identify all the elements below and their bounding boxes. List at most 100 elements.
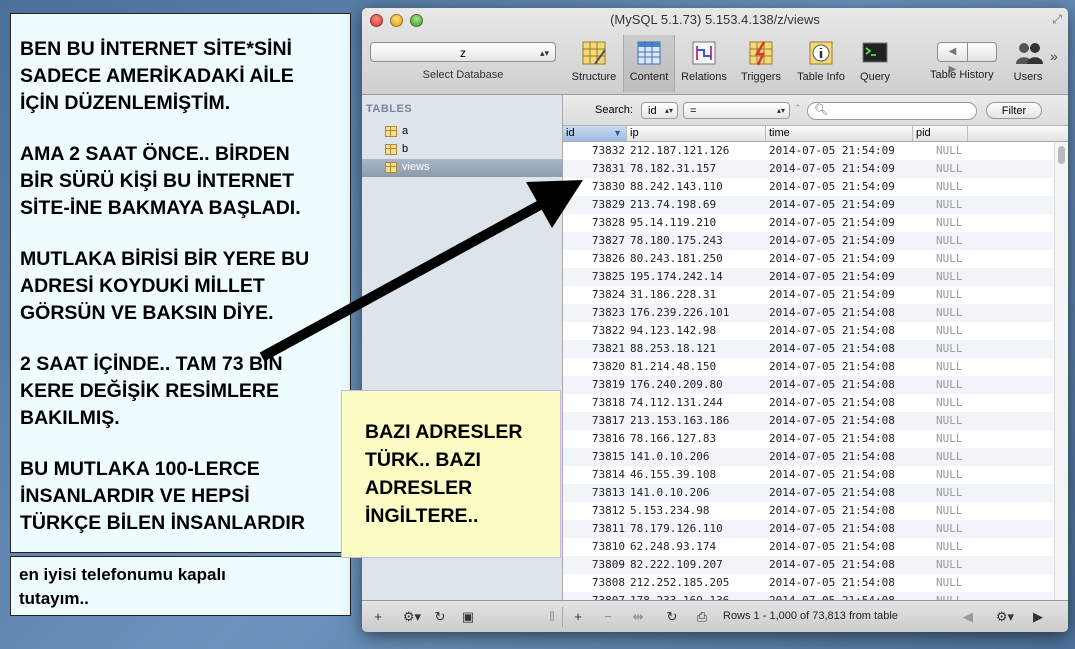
cell-time[interactable]: 2014-07-05 21:54:08 (769, 450, 895, 463)
cell-time[interactable]: 2014-07-05 21:54:09 (769, 162, 895, 175)
table-row[interactable]: 73824 31.186.228.31 2014-07-05 21:54:09 NUL… (563, 286, 1053, 304)
cell-pid[interactable]: NULL (936, 504, 963, 517)
cell-time[interactable]: 2014-07-05 21:54:08 (769, 558, 895, 571)
gear-icon[interactable]: ⚙▾ (398, 609, 426, 625)
cell-time[interactable]: 2014-07-05 21:54:09 (769, 198, 895, 211)
table-row[interactable]: 73815 141.0.10.206 2014-07-05 21:54:08 NULL (563, 448, 1053, 466)
export-icon[interactable]: ⎙ (692, 609, 712, 625)
cell-id[interactable]: 73824 (563, 288, 625, 301)
cell-pid[interactable]: NULL (936, 342, 963, 355)
cell-pid[interactable]: NULL (936, 414, 963, 427)
cell-time[interactable]: 2014-07-05 21:54:08 (769, 522, 895, 535)
column-header-ip[interactable]: ip (627, 126, 766, 141)
sidebar-item-table-a[interactable]: a (362, 123, 562, 141)
cell-pid[interactable]: NULL (936, 162, 963, 175)
cell-id[interactable]: 73808 (563, 576, 625, 589)
cell-time[interactable]: 2014-07-05 21:54:08 (769, 378, 895, 391)
cell-time[interactable]: 2014-07-05 21:54:08 (769, 576, 895, 589)
cell-id[interactable]: 73816 (563, 432, 625, 445)
toolbar-content-button[interactable]: Content (623, 35, 675, 92)
cell-pid[interactable]: NULL (936, 198, 963, 211)
fullscreen-icon[interactable]: ⤢ (1052, 12, 1062, 27)
toolbar-table-info-button[interactable]: Table Info (792, 40, 850, 88)
cell-pid[interactable]: NULL (936, 216, 963, 229)
sidebar-item-table-b[interactable]: b (362, 141, 562, 159)
table-row[interactable]: 73814 46.155.39.108 2014-07-05 21:54:08 NUL… (563, 466, 1053, 484)
table-row[interactable]: 73811 78.179.126.110 2014-07-05 21:54:08 NU… (563, 520, 1053, 538)
refresh-tables-icon[interactable]: ↻ (430, 609, 450, 625)
cell-time[interactable]: 2014-07-05 21:54:09 (769, 288, 895, 301)
cell-ip[interactable]: 88.242.143.110 (630, 180, 723, 193)
table-row[interactable]: 73827 78.180.175.243 2014-07-05 21:54:09 NU… (563, 232, 1053, 250)
table-row[interactable]: 73829 213.74.198.69 2014-07-05 21:54:09 NUL… (563, 196, 1053, 214)
cell-time[interactable]: 2014-07-05 21:54:08 (769, 468, 895, 481)
table-row[interactable]: 73826 80.243.181.250 2014-07-05 21:54:09 NU… (563, 250, 1053, 268)
cell-id[interactable]: 73815 (563, 450, 625, 463)
search-input[interactable]: 🔍︎ (807, 102, 977, 120)
cell-id[interactable]: 73810 (563, 540, 625, 553)
add-table-button[interactable]: + (368, 609, 388, 624)
cell-ip[interactable]: 213.74.198.69 (630, 198, 716, 211)
scrollbar-thumb[interactable] (1058, 146, 1065, 164)
cell-time[interactable]: 2014-07-05 21:54:08 (769, 414, 895, 427)
cell-pid[interactable]: NULL (936, 144, 963, 157)
cell-id[interactable]: 73814 (563, 468, 625, 481)
cell-time[interactable]: 2014-07-05 21:54:08 (769, 432, 895, 445)
table-row[interactable]: 73832 212.187.121.126 2014-07-05 21:54:09 N… (563, 142, 1053, 160)
cell-pid[interactable]: NULL (936, 450, 963, 463)
table-row[interactable]: 73807178.233.169.1362014-07-05 21:54:08N… (563, 592, 1053, 600)
cell-ip[interactable]: 94.123.142.98 (630, 324, 716, 337)
toolbar-users-button[interactable]: Users (1008, 40, 1048, 88)
table-row[interactable]: 73823 176.239.226.101 2014-07-05 21:54:08 N… (563, 304, 1053, 322)
cell-pid[interactable]: NULL (936, 180, 963, 193)
table-row[interactable]: 73810 62.248.93.174 2014-07-05 21:54:08 NUL… (563, 538, 1053, 556)
cell-time[interactable]: 2014-07-05 21:54:09 (769, 270, 895, 283)
cell-ip[interactable]: 46.155.39.108 (630, 468, 716, 481)
cell-ip[interactable]: 81.214.48.150 (630, 360, 716, 373)
table-row[interactable]: 73831 78.182.31.157 2014-07-05 21:54:09 NUL… (563, 160, 1053, 178)
cell-pid[interactable]: NULL (936, 576, 963, 589)
search-operator-select[interactable]: = ▴▾ (683, 102, 790, 119)
cell-pid[interactable]: NULL (936, 234, 963, 247)
cell-ip[interactable]: 78.179.126.110 (630, 522, 723, 535)
cell-time[interactable]: 2014-07-05 21:54:08 (769, 342, 895, 355)
toolbar-triggers-button[interactable]: Triggers (733, 40, 789, 88)
cell-ip[interactable]: 176.239.226.101 (630, 306, 729, 319)
cell-ip[interactable]: 62.248.93.174 (630, 540, 716, 553)
table-row[interactable]: 73818 74.112.131.244 2014-07-05 21:54:08 NU… (563, 394, 1053, 412)
search-options-icon[interactable]: ⌃ (794, 103, 802, 114)
cell-id[interactable]: 73827 (563, 234, 625, 247)
cell-ip[interactable]: 213.153.163.186 (630, 414, 729, 427)
cell-ip[interactable]: 82.222.109.207 (630, 558, 723, 571)
table-row[interactable]: 73825 195.174.242.14 2014-07-05 21:54:09 NU… (563, 268, 1053, 286)
page-settings-gear-icon[interactable]: ⚙▾ (990, 609, 1020, 625)
cell-pid[interactable]: NULL (936, 558, 963, 571)
cell-id[interactable]: 73811 (563, 522, 625, 535)
search-field-select[interactable]: id ▴▾ (641, 102, 678, 119)
next-page-icon[interactable]: ▶ (1028, 609, 1048, 625)
vertical-scrollbar[interactable] (1054, 142, 1068, 600)
cell-pid[interactable]: NULL (936, 468, 963, 481)
cell-pid[interactable]: NULL (936, 288, 963, 301)
cell-ip[interactable]: 78.182.31.157 (630, 162, 716, 175)
refresh-icon[interactable]: ↻ (662, 609, 682, 625)
remove-row-button[interactable]: − (598, 609, 618, 624)
table-row[interactable]: 73821 88.253.18.121 2014-07-05 21:54:08 NUL… (563, 340, 1053, 358)
cell-pid[interactable]: NULL (936, 324, 963, 337)
cell-ip[interactable]: 212.187.121.126 (630, 144, 729, 157)
database-select[interactable]: z ▴▾ (370, 42, 556, 62)
cell-time[interactable]: 2014-07-05 21:54:09 (769, 234, 895, 247)
cell-ip[interactable]: 78.180.175.243 (630, 234, 723, 247)
cell-id[interactable]: 73825 (563, 270, 625, 283)
column-header-time[interactable]: time (766, 126, 913, 141)
cell-ip[interactable]: 212.252.185.205 (630, 576, 729, 589)
cell-ip[interactable]: 88.253.18.121 (630, 342, 716, 355)
column-header-pid[interactable]: pid (913, 126, 968, 141)
cell-pid[interactable]: NULL (936, 486, 963, 499)
cell-time[interactable]: 2014-07-05 21:54:08 (769, 504, 895, 517)
table-row[interactable]: 73812 5.153.234.98 2014-07-05 21:54:08 NULL (563, 502, 1053, 520)
cell-ip[interactable]: 80.243.181.250 (630, 252, 723, 265)
cell-pid[interactable]: NULL (936, 396, 963, 409)
cell-ip[interactable]: 95.14.119.210 (630, 216, 716, 229)
table-row[interactable]: 73808 212.252.185.205 2014-07-05 21:54:08 N… (563, 574, 1053, 592)
